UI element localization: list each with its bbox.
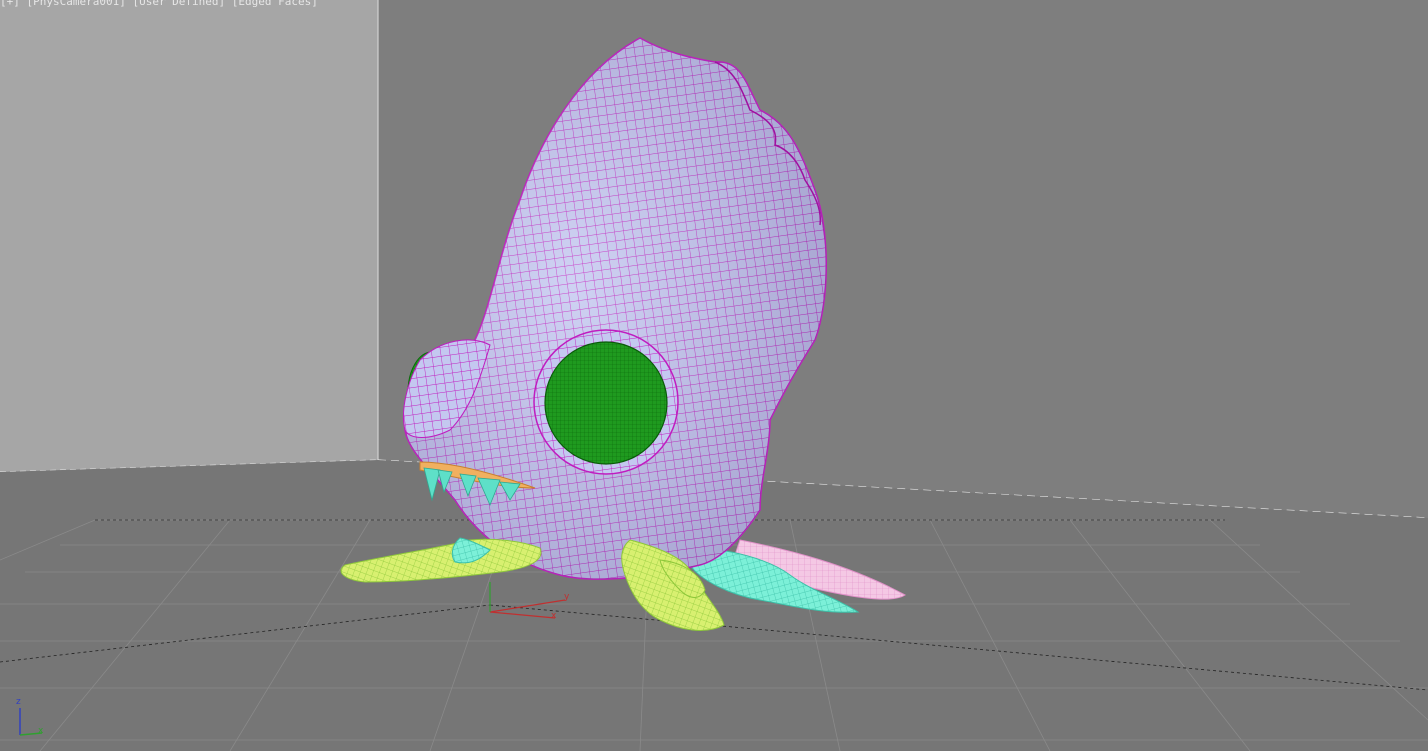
world-axis-x-label: x xyxy=(38,726,44,736)
viewport-label[interactable]: [+] [PhysCamera001] [User Defined] [Edge… xyxy=(0,0,318,8)
eye-right[interactable] xyxy=(544,341,668,465)
viewport-scene[interactable] xyxy=(0,0,1428,751)
world-axis-z-label: z xyxy=(16,697,21,707)
perspective-viewport[interactable]: [+] [PhysCamera001] [User Defined] [Edge… xyxy=(0,0,1428,751)
pivot-axis-x-label: x xyxy=(551,611,557,621)
pivot-axis-y-label: y xyxy=(564,592,570,602)
